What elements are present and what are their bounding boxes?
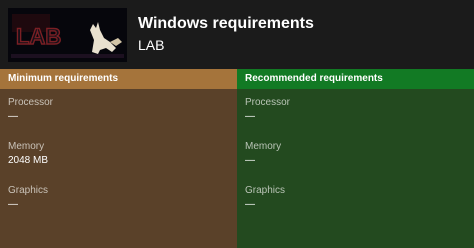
requirement-value: — (245, 199, 255, 210)
requirement-processor: Processor — (245, 97, 290, 123)
game-thumbnail[interactable]: LAB (8, 8, 127, 62)
requirement-memory: Memory 2048 MB (8, 141, 48, 167)
page-header: LAB Windows requirements LAB (0, 0, 474, 69)
requirement-graphics: Graphics — (8, 185, 48, 211)
game-art-image: LAB (8, 8, 127, 62)
requirement-memory: Memory — (245, 141, 281, 167)
minimum-requirements-column: Minimum requirements Processor — Memory … (0, 69, 237, 248)
requirement-label: Memory (245, 141, 282, 152)
requirement-label: Processor (245, 97, 291, 108)
requirement-value: — (245, 155, 255, 166)
page-title: Windows requirements (138, 15, 314, 32)
requirement-value: 2048 MB (8, 155, 49, 166)
recommended-requirements-column: Recommended requirements Processor — Mem… (237, 69, 474, 248)
requirement-label: Processor (8, 97, 54, 108)
recommended-requirements-heading: Recommended requirements (237, 69, 474, 89)
requirement-label: Graphics (8, 185, 49, 196)
requirement-label: Memory (8, 141, 45, 152)
game-name: LAB (138, 37, 165, 53)
requirement-processor: Processor — (8, 97, 53, 123)
requirement-label: Graphics (245, 185, 286, 196)
requirement-value: — (245, 111, 255, 122)
requirement-graphics: Graphics — (245, 185, 285, 211)
requirement-value: — (8, 111, 18, 122)
thumbnail-logo-text: LAB (16, 24, 61, 49)
requirement-value: — (8, 199, 18, 210)
minimum-requirements-heading: Minimum requirements (0, 69, 237, 89)
